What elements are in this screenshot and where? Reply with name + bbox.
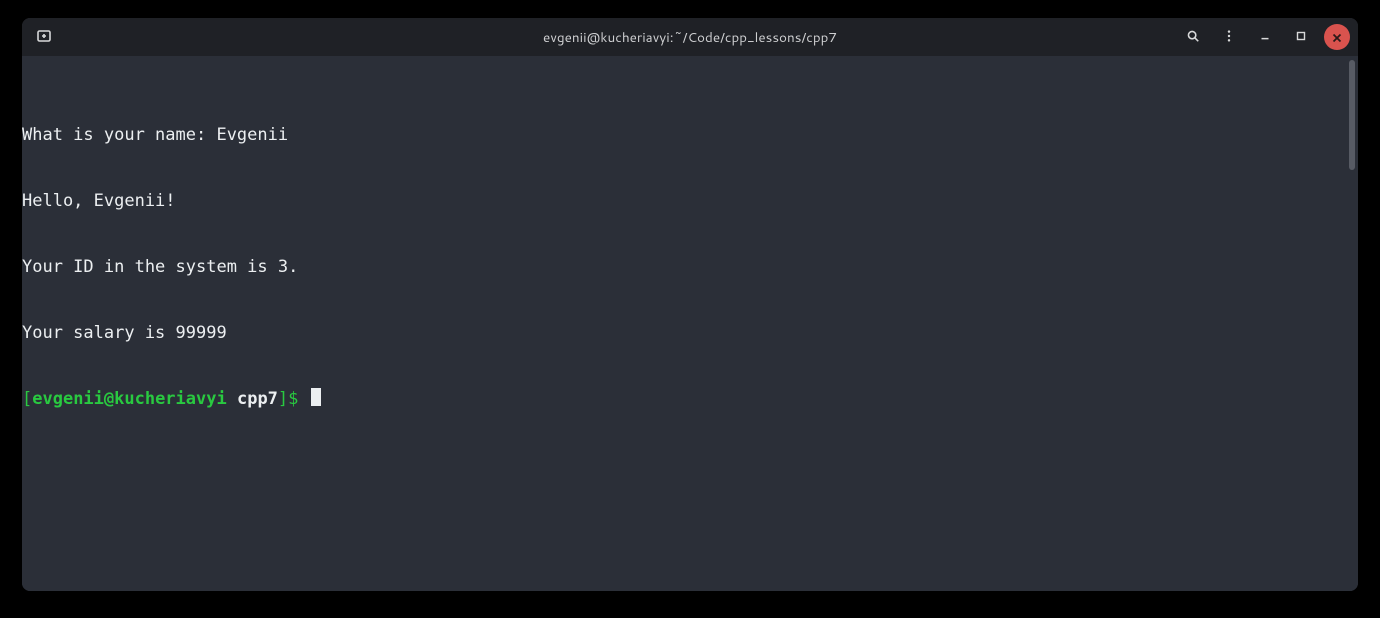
- terminal-prompt-line: [evgenii@kucheriavyi cpp7]$: [22, 388, 1356, 410]
- terminal-line: Your ID in the system is 3.: [22, 256, 1356, 278]
- prompt-end: ]$: [278, 389, 298, 409]
- minimize-button[interactable]: [1252, 24, 1278, 50]
- terminal-body[interactable]: What is your name: Evgenii Hello, Evgeni…: [22, 56, 1358, 591]
- close-button[interactable]: [1324, 24, 1350, 50]
- titlebar: evgenii@kucheriavyi:~/Code/cpp_lessons/c…: [22, 18, 1358, 56]
- scrollbar-thumb[interactable]: [1349, 60, 1355, 170]
- search-button[interactable]: [1180, 24, 1206, 50]
- kebab-menu-icon: [1222, 28, 1236, 47]
- terminal-line: Hello, Evgenii!: [22, 190, 1356, 212]
- prompt-dir: cpp7: [237, 389, 278, 409]
- minimize-icon: [1258, 28, 1272, 47]
- terminal-line: Your salary is 99999: [22, 322, 1356, 344]
- close-icon: [1332, 28, 1342, 47]
- window-title: evgenii@kucheriavyi:~/Code/cpp_lessons/c…: [543, 28, 837, 47]
- terminal-window: evgenii@kucheriavyi:~/Code/cpp_lessons/c…: [22, 18, 1358, 591]
- new-tab-button[interactable]: [30, 23, 58, 51]
- maximize-icon: [1294, 28, 1308, 47]
- maximize-button[interactable]: [1288, 24, 1314, 50]
- search-icon: [1186, 28, 1200, 47]
- prompt-open-bracket: [: [22, 389, 32, 409]
- titlebar-left: [30, 23, 58, 51]
- terminal-line: What is your name: Evgenii: [22, 124, 1356, 146]
- new-tab-icon: [36, 27, 52, 47]
- cursor: [311, 388, 321, 406]
- menu-button[interactable]: [1216, 24, 1242, 50]
- titlebar-right: [1180, 24, 1350, 50]
- prompt-space: [227, 389, 237, 409]
- prompt-user-host: evgenii@kucheriavyi: [32, 389, 226, 409]
